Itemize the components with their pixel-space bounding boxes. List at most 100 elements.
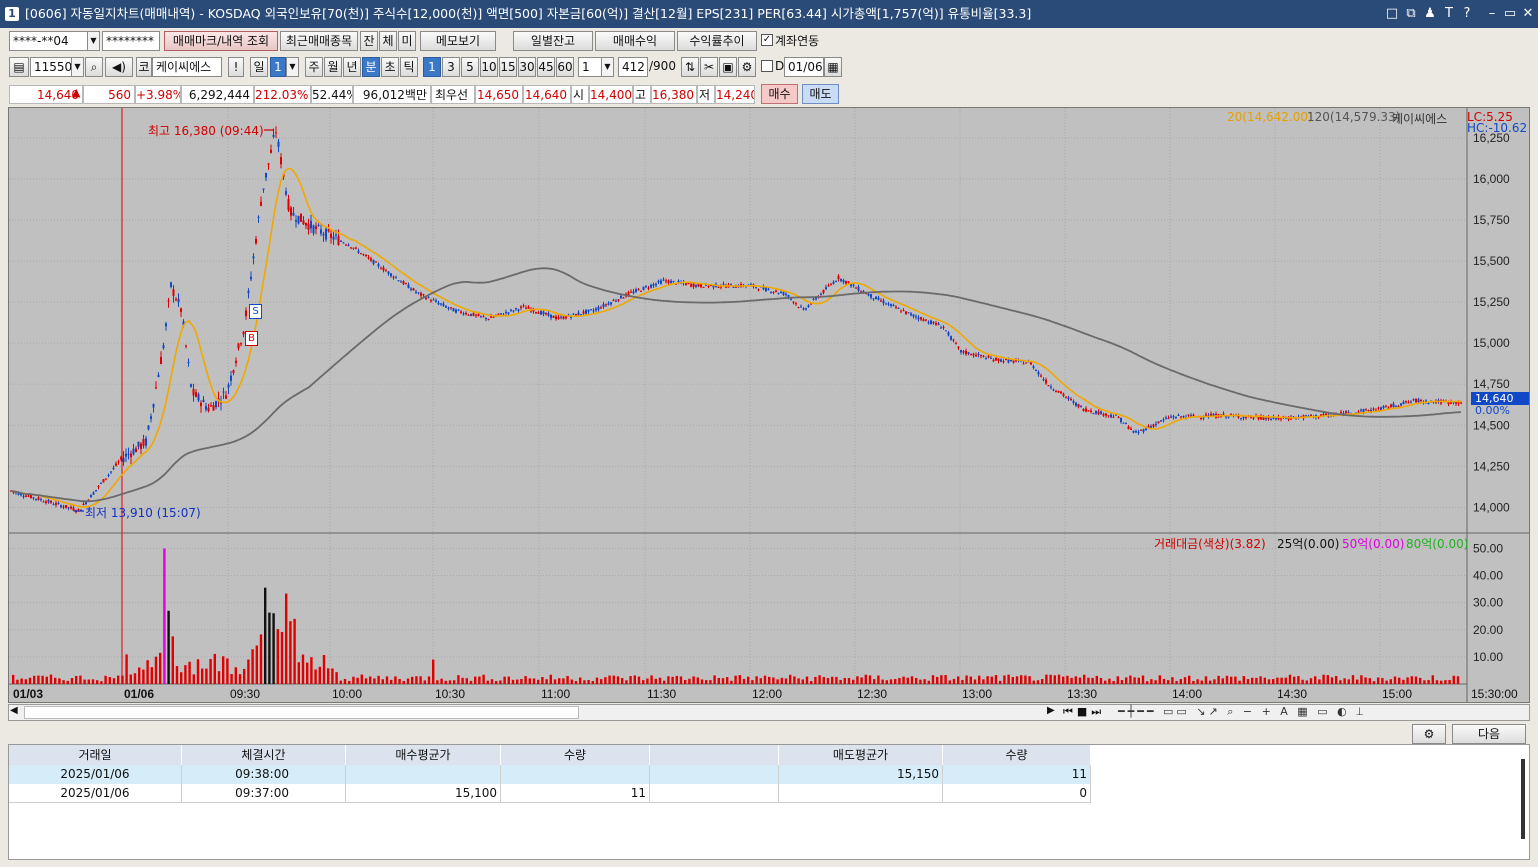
tab-jan[interactable]: 잔	[360, 31, 378, 51]
candle-body	[1172, 416, 1175, 418]
volume-bar	[154, 656, 158, 684]
buy-marker[interactable]: B	[245, 331, 258, 346]
candle-body	[267, 163, 270, 165]
period-month[interactable]: 월	[324, 57, 342, 77]
table-row[interactable]: 2025/01/06 09:37:00 15,100 11 0	[9, 784, 1091, 803]
maximize-icon[interactable]: ▭	[1502, 0, 1518, 28]
tool-icon-1[interactable]: ⇅	[681, 57, 699, 77]
volume-bar	[1456, 676, 1460, 684]
candle-body	[232, 370, 235, 373]
scroll-thumb[interactable]	[24, 706, 579, 719]
save-icon[interactable]: ▣	[719, 57, 737, 77]
unit-input[interactable]: 1	[578, 57, 602, 77]
recent-trades-button[interactable]: 최근매매종목	[280, 31, 358, 51]
memo-button[interactable]: 메모보기	[420, 31, 496, 51]
row-cell: 15,100	[346, 784, 501, 803]
chart-canvas[interactable]: 16,25016,00015,75015,50015,25015,00014,7…	[9, 108, 1529, 702]
date-checkbox[interactable]	[761, 60, 773, 72]
close-icon[interactable]: ✕	[1520, 0, 1536, 28]
stock-code-input[interactable]: 115500	[30, 57, 72, 77]
chart-area[interactable]: 16,250 16,000 15,750 15,500 15,250 15,000 14,7…	[8, 107, 1530, 703]
scroll-left-icon[interactable]: ◀	[10, 705, 18, 716]
volume-bar	[37, 675, 40, 684]
buy-button[interactable]: 매수	[761, 84, 798, 104]
best-label: 최우선	[431, 85, 475, 104]
sell-marker[interactable]: S	[249, 304, 262, 319]
table-row[interactable]: 2025/01/06 09:38:00 15,150 11	[9, 765, 1091, 784]
calendar-icon[interactable]: ▦	[824, 57, 842, 77]
volume-bar	[33, 675, 36, 684]
interval-10[interactable]: 10	[480, 57, 498, 77]
count-input[interactable]: 412	[618, 57, 648, 77]
candle-body	[832, 281, 835, 284]
price-change: 560	[83, 85, 135, 104]
interval-1[interactable]: 1	[423, 57, 441, 77]
period-minute[interactable]: 분	[362, 57, 380, 77]
table-scrollbar[interactable]	[1521, 759, 1525, 839]
font-icon[interactable]: T	[1441, 0, 1457, 28]
next-button[interactable]: 다음	[1452, 724, 1526, 744]
daily-balance-button[interactable]: 일별잔고	[513, 31, 593, 51]
interval-3[interactable]: 3	[442, 57, 460, 77]
period-dropdown-icon[interactable]: ▼	[286, 57, 299, 77]
candle-body	[475, 314, 477, 316]
volume-bar	[906, 677, 909, 684]
yield-trend-button[interactable]: 수익률추이	[677, 31, 757, 51]
candle-body	[245, 310, 247, 317]
volume-bar	[364, 678, 368, 684]
search-icon[interactable]: ⌕	[85, 57, 103, 77]
candle-body	[840, 278, 842, 281]
minimize-icon[interactable]: –	[1484, 0, 1500, 28]
account-dropdown-icon[interactable]: ▼	[87, 31, 100, 51]
col-date: 거래일	[9, 745, 182, 765]
x-tick-label: 01/03	[13, 687, 43, 701]
interval-45[interactable]: 45	[537, 57, 555, 77]
volume-bar	[709, 680, 712, 684]
drawing-tools-icons[interactable]: ━┿━━ ▭▭ ↘↗ ⌕ − + A ▦ ▭ ◐ ⟂	[1118, 705, 1366, 719]
settings-gear-icon[interactable]: ⚙	[1412, 724, 1446, 744]
candle-body	[315, 226, 317, 230]
tool-icon-2[interactable]: ✂	[700, 57, 718, 77]
volume-bar	[66, 680, 69, 684]
tab-mi[interactable]: 미	[398, 31, 416, 51]
volume-bar	[1053, 675, 1056, 684]
interval-5[interactable]: 5	[461, 57, 479, 77]
period-day[interactable]: 일	[250, 57, 268, 77]
period-tick[interactable]: 틱	[400, 57, 418, 77]
volume-bar	[1330, 677, 1334, 684]
gear-icon[interactable]: ⚙	[738, 57, 756, 77]
speaker-icon[interactable]: ◀)	[105, 57, 133, 77]
trade-profit-button[interactable]: 매매수익	[595, 31, 675, 51]
unit-dropdown-icon[interactable]: ▼	[601, 57, 614, 77]
tab-che[interactable]: 체	[379, 31, 397, 51]
volume-bar	[1259, 676, 1262, 684]
help-icon[interactable]: ?	[1459, 0, 1475, 28]
code-dropdown-icon[interactable]: ▼	[71, 57, 84, 77]
candle-body	[1022, 363, 1025, 365]
scroll-right-icon[interactable]: ▶	[1047, 705, 1055, 716]
period-num[interactable]: 1	[270, 57, 286, 77]
volume-bar	[1251, 677, 1254, 684]
playback-icons[interactable]: ⏮■⏭	[1063, 705, 1105, 719]
window-icon-2[interactable]: ⧉	[1403, 0, 1419, 28]
candle-body	[130, 453, 132, 458]
interval-15[interactable]: 15	[499, 57, 517, 77]
interval-30[interactable]: 30	[518, 57, 536, 77]
window-icon-1[interactable]: □	[1384, 0, 1400, 28]
period-week[interactable]: 주	[305, 57, 323, 77]
alert-button[interactable]: !	[228, 57, 244, 77]
sell-button[interactable]: 매도	[802, 84, 839, 104]
date-input[interactable]: 01/06	[784, 57, 824, 77]
trade-mark-button[interactable]: 매매마크/내역 조회	[164, 31, 278, 51]
period-second[interactable]: 초	[381, 57, 399, 77]
linked-checkbox[interactable]: ✓	[761, 34, 773, 46]
chart-menu-icon[interactable]: ▤	[9, 57, 29, 77]
volume-bar	[188, 661, 191, 684]
password-field[interactable]: ********	[102, 31, 160, 51]
period-year[interactable]: 년	[343, 57, 361, 77]
pin-icon[interactable]: ♟	[1422, 0, 1438, 28]
volume-bar	[1372, 681, 1376, 684]
account-select[interactable]: ****-**04	[9, 31, 89, 51]
candle-body	[695, 284, 697, 287]
interval-60[interactable]: 60	[556, 57, 574, 77]
